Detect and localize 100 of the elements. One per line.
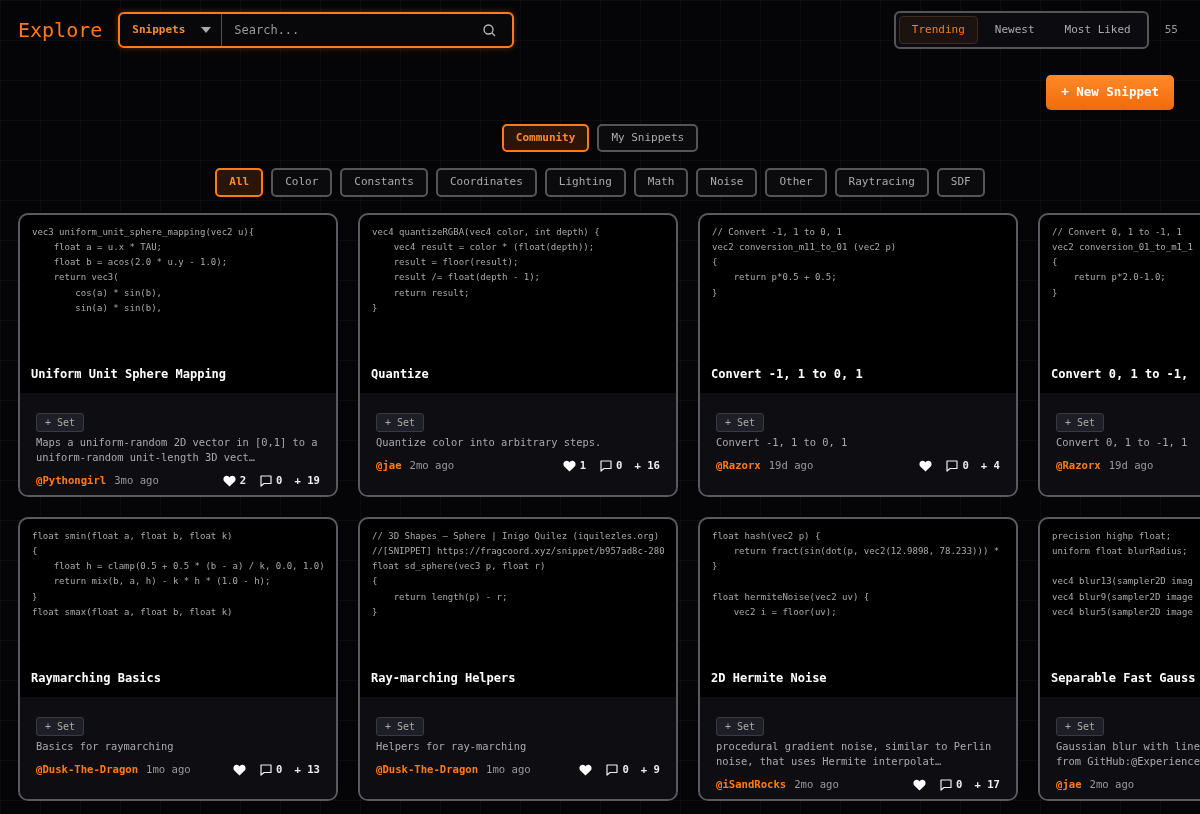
category-chip[interactable]: Coordinates: [435, 168, 537, 197]
search-icon[interactable]: [483, 23, 497, 37]
snippet-title: Uniform Unit Sphere Mapping: [31, 365, 227, 383]
code-line: float a = u.x * TAU;: [52, 240, 163, 254]
code-line: cos(a) * sin(b),: [74, 286, 163, 300]
code-line: }: [1052, 286, 1058, 300]
code-line: }: [372, 301, 378, 315]
add-to-set-button[interactable]: + Set: [36, 716, 85, 736]
snippet-title: Convert -1, 1 to 0, 1: [711, 365, 863, 383]
category-chip[interactable]: Color: [271, 168, 333, 197]
add-count: + 19: [294, 472, 320, 488]
heart-icon[interactable]: [233, 763, 247, 776]
heart-icon[interactable]: [562, 459, 576, 472]
code-line: vec4 quantizeRGBA(vec4 color, int depth) {: [372, 225, 600, 239]
author-link[interactable]: @Dusk-The-Dragon: [36, 761, 139, 778]
comment-icon[interactable]: [260, 474, 273, 487]
code-line: float hermiteNoise(vec2 uv) {: [712, 590, 870, 604]
code-line: // 3D Shapes — Sphere | Inigo Quilez (iquilezles.org): [372, 529, 660, 543]
comment-icon[interactable]: [260, 763, 273, 776]
code-line: vec2 conversion_m11_to_01 (vec2 p): [712, 240, 897, 254]
author-link[interactable]: @jae: [376, 457, 402, 474]
code-line: vec2 i = floor(uv);: [732, 605, 837, 619]
code-line: float h = clamp(0.5 + 0.5 * (b - a) / k, 0.0, 1.0): [52, 560, 325, 574]
snippet-card[interactable]: [18, 212, 338, 497]
snippet-card[interactable]: [358, 516, 678, 801]
post-time: 19d ago: [1108, 457, 1154, 473]
post-time: 19d ago: [768, 457, 814, 473]
add-to-set-button[interactable]: + Set: [1056, 716, 1105, 736]
category-chip[interactable]: Math: [633, 168, 689, 197]
snippet-card[interactable]: [698, 516, 1018, 801]
add-count: + 9: [640, 761, 660, 777]
code-line: {: [372, 575, 378, 589]
category-chip[interactable]: Lighting: [544, 168, 626, 197]
snippet-card[interactable]: // Convert -1, 1 to 0, 1 vec2 conversion_m11_to_01 (vec2 p) { return p*0.5 + 0.5; } Convert -1, 1 to 0, 1 + Set Convert -1, 1 to 0, 1 @Razorx 19d ago 0 + 4: [698, 212, 1018, 497]
code-line: return p*2.0-1.0;: [1072, 271, 1166, 285]
code-line: // Convert -1, 1 to 0, 1: [712, 225, 843, 239]
author-link[interactable]: @Dusk-The-Dragon: [376, 761, 479, 778]
sort-tab[interactable]: Trending: [898, 15, 978, 45]
search-bar[interactable]: Snippets Search...: [118, 12, 515, 48]
heart-icon[interactable]: [919, 459, 933, 472]
snippet-title: Convert 0, 1 to -1,: [1051, 365, 1189, 383]
comment-icon[interactable]: [606, 763, 619, 776]
code-line: vec2 conversion_01_to_m1_1: [1052, 240, 1193, 254]
code-line: }: [712, 286, 718, 300]
code-line: vec4 result = color * (float(depth));: [392, 240, 595, 254]
snippet-title: Separable Fast Gauss: [1051, 669, 1196, 687]
add-to-set-button[interactable]: + Set: [376, 412, 425, 432]
code-line: float sd_sphere(vec3 p, float r): [372, 560, 546, 574]
category-chip[interactable]: Raytracing: [834, 168, 929, 197]
add-to-set-button[interactable]: + Set: [376, 716, 425, 736]
category-chip[interactable]: Other: [765, 168, 827, 197]
author-link[interactable]: @jae: [1056, 776, 1082, 793]
heart-icon[interactable]: [579, 763, 593, 776]
scope-dropdown[interactable]: Snippets: [120, 14, 223, 46]
code-line: }: [32, 590, 38, 604]
snippet-description: Convert 0, 1 to -1, 1: [1056, 434, 1189, 450]
add-to-set-button[interactable]: + Set: [1056, 412, 1105, 432]
code-line: }: [372, 605, 378, 619]
heart-icon[interactable]: [913, 778, 927, 791]
author-link[interactable]: @Pythongirl: [36, 472, 107, 489]
code-line: vec3 uniform_unit_sphere_mapping(vec2 u){: [32, 225, 255, 239]
add-count: + 16: [634, 457, 660, 473]
comment-icon[interactable]: [600, 459, 613, 472]
category-chip[interactable]: SDF: [936, 168, 985, 197]
comment-count: 0: [276, 472, 283, 488]
page-title: Explore: [18, 17, 103, 44]
add-to-set-button[interactable]: + Set: [716, 412, 765, 432]
heart-icon[interactable]: [222, 474, 236, 487]
add-to-set-button[interactable]: + Set: [36, 412, 85, 432]
code-line: return p*0.5 + 0.5;: [732, 271, 837, 285]
comment-icon[interactable]: [940, 778, 953, 791]
snippet-card[interactable]: [1038, 516, 1200, 801]
sort-tab[interactable]: Newest: [981, 15, 1048, 45]
comment-count: 0: [622, 761, 629, 777]
code-line: vec4 blur9(sampler2D image: [1052, 590, 1193, 604]
snippet-card[interactable]: // Convert 0, 1 to -1, 1 vec2 conversion_01_to_m1_1 { return p*2.0-1.0; } Convert 0, 1 to -1, + Set Convert 0, 1 to -1, 1 @Razorx 19d ago: [1038, 212, 1200, 497]
category-chip[interactable]: Noise: [696, 168, 758, 197]
snippet-card[interactable]: [18, 516, 338, 801]
sort-tab[interactable]: Most Liked: [1051, 15, 1144, 45]
add-count: + 4: [980, 457, 1000, 473]
source-tab[interactable]: Community: [501, 123, 590, 153]
add-count: + 13: [294, 761, 320, 777]
result-count: 55: [1164, 21, 1178, 38]
code-line: return vec3(: [52, 271, 119, 285]
snippet-description: Gaussian blur with line from GitHub:@Experience: [1056, 738, 1200, 769]
add-to-set-button[interactable]: + Set: [716, 716, 765, 736]
comment-count: 0: [616, 457, 623, 473]
code-line: return length(p) - r;: [392, 590, 508, 604]
snippet-card[interactable]: [358, 212, 678, 497]
like-count: 2: [239, 472, 247, 488]
code-line: result = floor(result);: [392, 256, 519, 270]
category-chip[interactable]: All: [215, 168, 264, 197]
post-time: 2mo ago: [1089, 776, 1135, 792]
author-link[interactable]: @Razorx: [1056, 457, 1101, 474]
author-link[interactable]: @Razorx: [716, 457, 761, 474]
category-chip[interactable]: Constants: [340, 168, 428, 197]
code-line: {: [1052, 256, 1058, 270]
comment-icon[interactable]: [946, 459, 959, 472]
author-link[interactable]: @iSandRocks: [716, 776, 787, 793]
source-tab[interactable]: My Snippets: [597, 123, 699, 153]
